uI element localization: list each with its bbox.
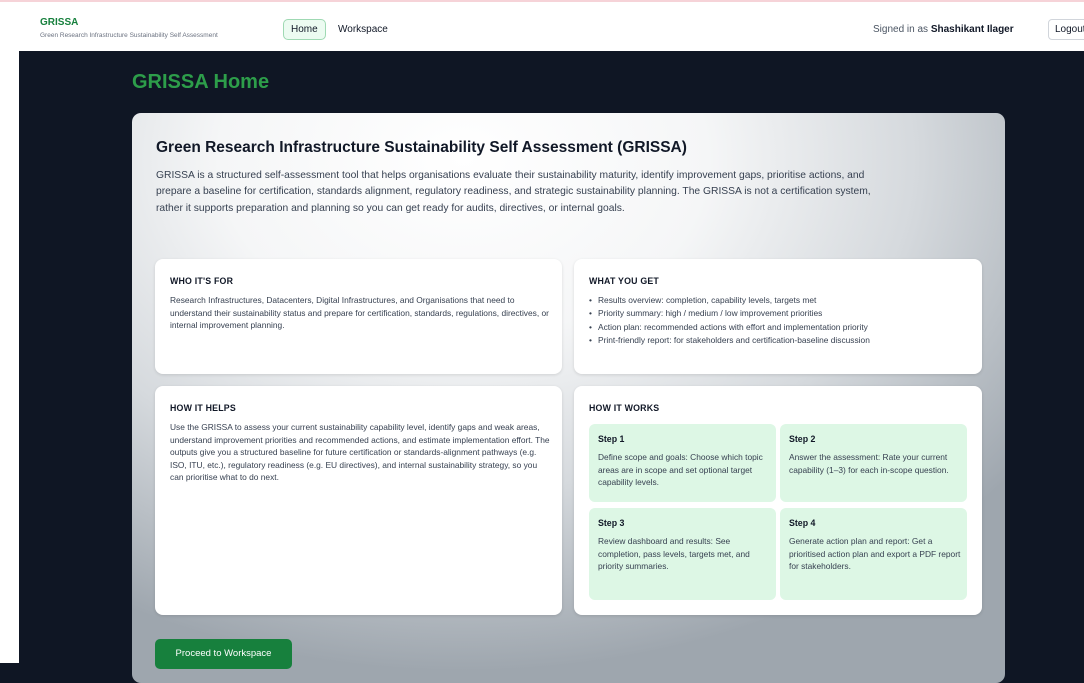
step-text: Generate action plan and report: Get a p…: [789, 536, 961, 572]
step-card-3: Step 3 Review dashboard and results: See…: [589, 508, 776, 600]
helps-card: HOW IT HELPS Use the GRISSA to assess yo…: [155, 386, 562, 615]
step-title: Step 2: [789, 434, 816, 444]
signed-in-prefix: Signed in as: [873, 24, 929, 35]
helps-text: Use the GRISSA to assess your current su…: [170, 422, 550, 483]
nav-workspace-link[interactable]: Workspace: [338, 19, 388, 40]
step-card-1: Step 1 Define scope and goals: Choose wh…: [589, 424, 776, 502]
who-text: Research Infrastructures, Datacenters, D…: [170, 295, 549, 331]
what-list: Results overview: completion, capability…: [589, 294, 974, 348]
works-card: HOW IT WORKS Step 1 Define scope and goa…: [574, 386, 982, 615]
intro-heading: Green Research Infrastructure Sustainabi…: [156, 139, 687, 156]
step-text: Define scope and goals: Choose which top…: [598, 452, 763, 488]
proceed-to-workspace-button[interactable]: Proceed to Workspace: [155, 639, 292, 669]
works-heading: HOW IT WORKS: [589, 403, 660, 413]
list-item: Priority summary: high / medium / low im…: [589, 307, 974, 321]
list-item: Action plan: recommended actions with ef…: [589, 321, 974, 335]
page-title: GRISSA Home: [132, 71, 270, 93]
logout-button[interactable]: Logout: [1048, 19, 1084, 40]
who-heading: WHO IT'S FOR: [170, 276, 234, 286]
list-item: Print-friendly report: for stakeholders …: [589, 334, 974, 348]
signed-in-status: Signed in as Shashikant Ilager: [873, 19, 1014, 40]
brand-title: GRISSA: [40, 17, 79, 28]
left-edge-strip: [0, 51, 19, 663]
intro-paragraph: GRISSA is a structured self-assessment t…: [156, 170, 871, 214]
brand-subtitle: Green Research Infrastructure Sustainabi…: [40, 32, 218, 39]
user-name: Shashikant Ilager: [930, 24, 1014, 35]
step-card-2: Step 2 Answer the assessment: Rate your …: [780, 424, 967, 502]
step-card-4: Step 4 Generate action plan and report: …: [780, 508, 967, 600]
list-item: Results overview: completion, capability…: [589, 294, 974, 308]
step-text: Answer the assessment: Rate your current…: [789, 452, 949, 475]
what-heading: WHAT YOU GET: [589, 276, 660, 286]
brand[interactable]: GRISSA Green Research Infrastructure Sus…: [40, 16, 218, 40]
step-text: Review dashboard and results: See comple…: [598, 536, 750, 572]
step-title: Step 3: [598, 518, 625, 528]
intro-panel: Green Research Infrastructure Sustainabi…: [132, 113, 1005, 683]
what-card: WHAT YOU GET Results overview: completio…: [574, 259, 982, 374]
top-navigation-bar: GRISSA Green Research Infrastructure Sus…: [0, 0, 1084, 51]
nav-home-link[interactable]: Home: [283, 19, 326, 40]
helps-heading: HOW IT HELPS: [170, 403, 236, 413]
step-title: Step 1: [598, 434, 625, 444]
who-card: WHO IT'S FOR Research Infrastructures, D…: [155, 259, 562, 374]
step-title: Step 4: [789, 518, 816, 528]
